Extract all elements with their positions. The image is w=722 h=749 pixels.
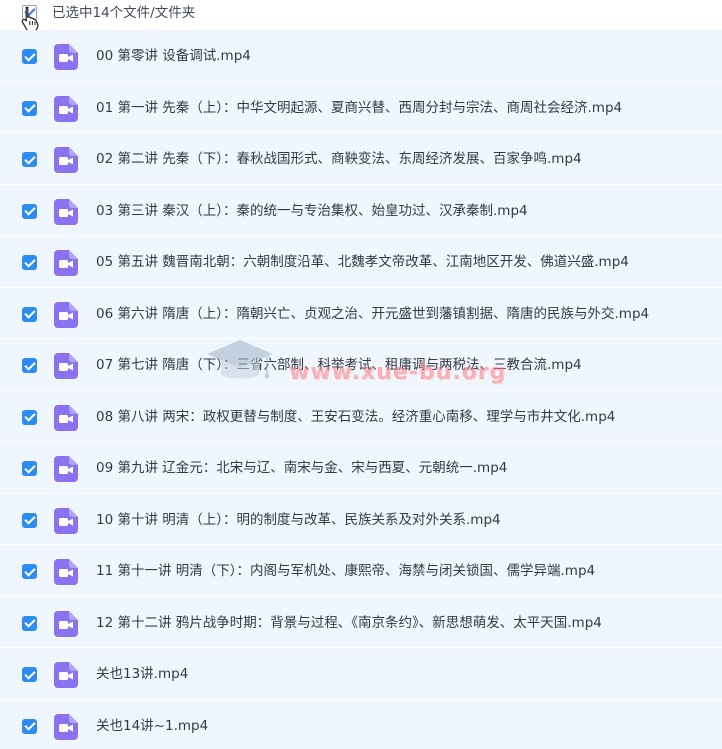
row-checkbox[interactable]: [22, 564, 37, 579]
video-file-icon: [54, 250, 78, 276]
row-checkbox[interactable]: [22, 409, 37, 425]
file-row[interactable]: 02 第二讲 先秦（下）：春秋战国形式、商鞅变法、东周经济发展、百家争鸣.mp4: [0, 133, 722, 185]
row-checkbox[interactable]: [22, 100, 37, 116]
file-row[interactable]: 08 第八讲 两宋：政权更替与制度、王安石变法。经济重心南移、理学与市井文化.m…: [0, 390, 722, 442]
file-name[interactable]: 关也13讲.mp4: [96, 665, 188, 683]
row-checkbox[interactable]: [22, 255, 37, 270]
file-name[interactable]: 03 第三讲 秦汉（上）：秦的统一与专治集权、始皇功过、汉承秦制.mp4: [96, 202, 528, 220]
row-checkbox[interactable]: [22, 152, 37, 167]
row-checkbox[interactable]: [22, 461, 37, 476]
video-file-icon: [54, 198, 78, 225]
file-list-page: 已选中14个文件/文件夹 00 第零讲 设备调试.mp4 01 第一讲 先秦（上…: [0, 0, 722, 749]
video-file-icon: [54, 662, 78, 688]
video-file-icon: [54, 456, 78, 482]
selection-summary-text: 已选中14个文件/文件夹: [52, 5, 196, 21]
selection-header: 已选中14个文件/文件夹: [0, 0, 722, 32]
hand-pointer-cursor-icon: [21, 6, 39, 32]
file-row[interactable]: 06 第六讲 隋唐（上）：隋朝兴亡、贞观之治、开元盛世到藩镇割据、隋唐的民族与外…: [0, 287, 722, 339]
file-name[interactable]: 05 第五讲 魏晋南北朝：六朝制度沿革、北魏孝文帝改革、江南地区开发、佛道兴盛.…: [96, 253, 629, 271]
file-name[interactable]: 00 第零讲 设备调试.mp4: [96, 47, 251, 65]
video-file-icon: [54, 610, 78, 637]
file-row[interactable]: 00 第零讲 设备调试.mp4: [0, 30, 722, 82]
video-file-icon: [54, 147, 78, 173]
row-checkbox[interactable]: [22, 718, 37, 734]
row-checkbox[interactable]: [22, 306, 37, 322]
video-file-icon: [54, 559, 78, 585]
file-row[interactable]: 09 第九讲 辽金元：北宋与辽、南宋与金、宋与西夏、元朝统一.mp4: [0, 442, 722, 494]
row-checkbox[interactable]: [22, 667, 37, 682]
row-checkbox[interactable]: [22, 512, 37, 528]
video-file-icon: [54, 404, 78, 431]
file-row[interactable]: 11 第十一讲 明清（下）：内阁与军机处、康熙帝、海禁与闭关锁国、儒学异端.mp…: [0, 545, 722, 597]
file-row[interactable]: 01 第一讲 先秦（上）：中华文明起源、夏商兴替、西周分封与宗法、商周社会经济.…: [0, 81, 722, 133]
video-file-icon: [54, 95, 78, 122]
file-row[interactable]: 关也13讲.mp4: [0, 648, 722, 700]
file-row[interactable]: 关也14讲~1.mp4: [0, 699, 722, 749]
file-list: 00 第零讲 设备调试.mp4 01 第一讲 先秦（上）：中华文明起源、夏商兴替…: [0, 30, 722, 749]
file-name[interactable]: 06 第六讲 隋唐（上）：隋朝兴亡、贞观之治、开元盛世到藩镇割据、隋唐的民族与外…: [96, 305, 649, 323]
file-name[interactable]: 09 第九讲 辽金元：北宋与辽、南宋与金、宋与西夏、元朝统一.mp4: [96, 459, 507, 477]
video-file-icon: [54, 713, 78, 740]
video-file-icon: [54, 507, 78, 534]
video-file-icon: [54, 301, 78, 328]
file-name[interactable]: 02 第二讲 先秦（下）：春秋战国形式、商鞅变法、东周经济发展、百家争鸣.mp4: [96, 150, 582, 168]
file-row[interactable]: 07 第七讲 隋唐（下）：三省六部制、科举考试、租庸调与两税法、三教合流.mp4: [0, 339, 722, 391]
row-checkbox[interactable]: [22, 615, 37, 631]
row-checkbox[interactable]: [22, 49, 37, 64]
file-row[interactable]: 10 第十讲 明清（上）：明的制度与改革、民族关系及对外关系.mp4: [0, 493, 722, 545]
video-file-icon: [54, 44, 78, 70]
video-file-icon: [54, 353, 78, 379]
file-name[interactable]: 08 第八讲 两宋：政权更替与制度、王安石变法。经济重心南移、理学与市井文化.m…: [96, 408, 615, 426]
file-row[interactable]: 12 第十二讲 鸦片战争时期：背景与过程、《南京条约》、新思想萌发、太平天国.m…: [0, 596, 722, 648]
row-checkbox[interactable]: [22, 358, 37, 373]
file-name[interactable]: 10 第十讲 明清（上）：明的制度与改革、民族关系及对外关系.mp4: [96, 511, 501, 529]
file-row[interactable]: 03 第三讲 秦汉（上）：秦的统一与专治集权、始皇功过、汉承秦制.mp4: [0, 184, 722, 236]
file-name[interactable]: 07 第七讲 隋唐（下）：三省六部制、科举考试、租庸调与两税法、三教合流.mp4: [96, 356, 582, 374]
file-name[interactable]: 关也14讲~1.mp4: [96, 717, 208, 735]
file-name[interactable]: 01 第一讲 先秦（上）：中华文明起源、夏商兴替、西周分封与宗法、商周社会经济.…: [96, 99, 622, 117]
file-row[interactable]: 05 第五讲 魏晋南北朝：六朝制度沿革、北魏孝文帝改革、江南地区开发、佛道兴盛.…: [0, 236, 722, 288]
file-name[interactable]: 11 第十一讲 明清（下）：内阁与军机处、康熙帝、海禁与闭关锁国、儒学异端.mp…: [96, 562, 595, 580]
file-name[interactable]: 12 第十二讲 鸦片战争时期：背景与过程、《南京条约》、新思想萌发、太平天国.m…: [96, 614, 602, 632]
row-checkbox[interactable]: [22, 203, 37, 219]
